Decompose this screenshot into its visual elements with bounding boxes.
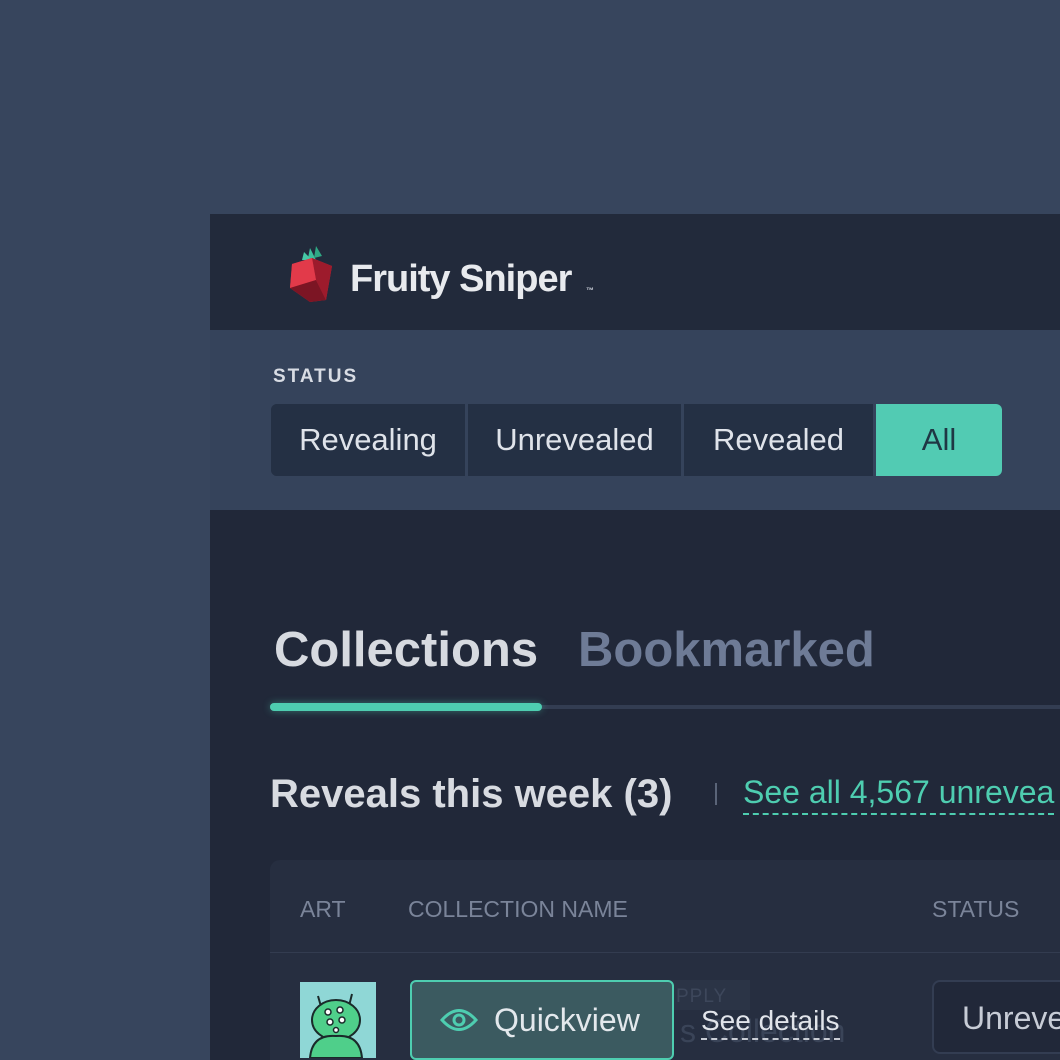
status-filter-label: STATUS <box>273 366 359 387</box>
column-header-status: STATUS <box>932 896 1020 922</box>
active-tab-indicator <box>270 703 542 711</box>
see-all-unrevealed-link[interactable]: See all 4,567 unrevea <box>743 774 1055 815</box>
top-bar: Fruity Sniper ™ <box>210 214 1060 330</box>
filter-option-revealed[interactable]: Revealed <box>684 404 876 476</box>
filter-option-unrevealed[interactable]: Unrevealed <box>468 404 684 476</box>
trademark: ™ <box>586 286 594 295</box>
brand-name: Fruity Sniper <box>350 258 572 300</box>
quickview-button[interactable]: Quickview <box>410 980 674 1060</box>
tab-collections[interactable]: Collections <box>274 622 538 678</box>
app-window: Fruity Sniper ™ STATUS Revealing Unrevea… <box>210 214 1060 1060</box>
section-title: Reveals this week (3) <box>270 772 673 816</box>
main-content: Collections Bookmarked Reveals this week… <box>210 510 1060 1060</box>
quickview-label: Quickview <box>494 1001 640 1038</box>
eye-icon <box>440 1009 478 1031</box>
alien-character-icon <box>300 982 376 1058</box>
see-details-link[interactable]: See details <box>701 1005 840 1040</box>
collection-art-thumbnail[interactable] <box>300 982 376 1058</box>
filter-option-all[interactable]: All <box>876 404 1002 476</box>
tab-bookmarked[interactable]: Bookmarked <box>578 622 875 678</box>
tab-bar: Collections Bookmarked <box>210 510 1060 720</box>
strawberry-logo-icon[interactable] <box>286 242 338 304</box>
section-divider <box>715 783 717 805</box>
column-header-art: ART <box>300 896 346 922</box>
status-badge: Unreve <box>932 980 1060 1054</box>
filter-option-revealing[interactable]: Revealing <box>271 404 468 476</box>
filter-bar: STATUS Revealing Unrevealed Revealed All <box>210 330 1060 510</box>
column-header-collection-name: COLLECTION NAME <box>408 896 628 922</box>
status-segmented-control: Revealing Unrevealed Revealed All <box>271 404 1002 476</box>
table-row[interactable]: PPLY s Collection Quickview See details … <box>270 953 1060 1060</box>
collections-table: ART COLLECTION NAME STATUS PPLY s Collec… <box>270 860 1060 1060</box>
